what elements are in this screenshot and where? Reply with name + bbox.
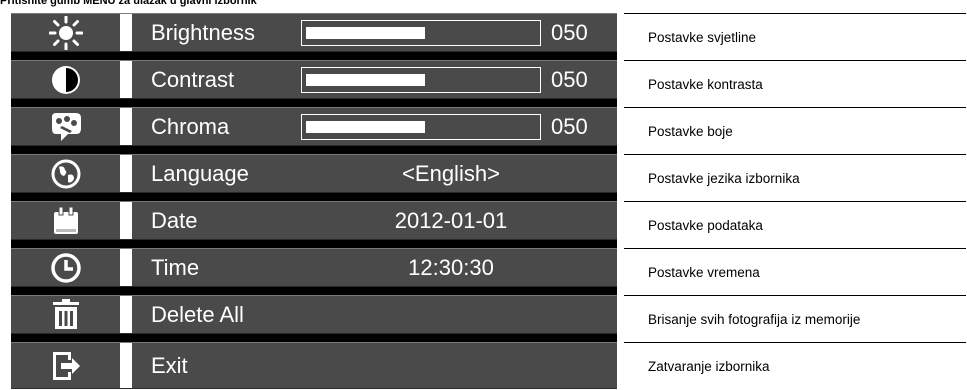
menu-label: Brightness: [151, 19, 255, 45]
menu-row-exit[interactable]: Exit: [11, 342, 617, 389]
contrast-slider[interactable]: [301, 67, 541, 93]
chroma-icon: [11, 108, 120, 145]
description-row: Postavke jezika izbornika: [624, 155, 966, 202]
date-value: 2012-01-01: [394, 207, 508, 233]
menu-row-language[interactable]: Language <English>: [11, 154, 617, 193]
menu-row-chroma[interactable]: Chroma 050: [11, 107, 617, 146]
menu-row-delete-all[interactable]: Delete All: [11, 295, 617, 334]
slider-value: 050: [551, 19, 588, 45]
description-row: Postavke vremena: [624, 249, 966, 296]
row-divider: [120, 108, 132, 145]
menu-label: Chroma: [151, 113, 230, 139]
row-divider: [120, 296, 132, 333]
description-row: Postavke svjetline: [624, 14, 966, 61]
row-divider: [120, 202, 132, 239]
description-table: Postavke svjetline Postavke kontrasta Po…: [624, 13, 966, 389]
menu-row-time[interactable]: Time 12:30:30: [11, 248, 617, 287]
menu-label: Time: [151, 254, 200, 280]
exit-icon: [11, 343, 120, 388]
slider-value: 050: [551, 66, 588, 92]
contrast-icon: [11, 61, 120, 98]
page-heading: Pritisnite gumb MENU za ulazak u glavni …: [0, 0, 257, 7]
menu-label: Delete All: [151, 301, 244, 327]
description-row: Postavke boje: [624, 108, 966, 155]
slider-fill: [306, 27, 425, 39]
description-row: Brisanje svih fotografija iz memorije: [624, 296, 966, 343]
menu-row-brightness[interactable]: Brightness 050: [11, 13, 617, 52]
menu-row-contrast[interactable]: Contrast 050: [11, 60, 617, 99]
description-row: Postavke podataka: [624, 202, 966, 249]
sun-icon: [11, 14, 120, 51]
menu-label: Contrast: [151, 66, 235, 92]
row-divider: [120, 14, 132, 51]
clock-icon: [11, 249, 120, 286]
time-value: 12:30:30: [408, 254, 494, 280]
language-value: <English>: [402, 160, 500, 186]
description-row: Zatvaranje izbornika: [648, 359, 770, 374]
row-divider: [120, 343, 132, 388]
slider-value: 050: [551, 113, 588, 139]
description-row: Postavke kontrasta: [624, 61, 966, 108]
chroma-slider[interactable]: [301, 114, 541, 140]
osd-menu: Brightness 050 Contrast 050 Chroma 050 L…: [11, 13, 617, 389]
menu-row-date[interactable]: Date 2012-01-01: [11, 201, 617, 240]
slider-fill: [306, 121, 425, 133]
menu-label: Language: [151, 160, 249, 186]
row-divider: [120, 155, 132, 192]
calendar-icon: [11, 202, 120, 239]
row-divider: [120, 249, 132, 286]
slider-fill: [306, 74, 425, 86]
menu-label: Date: [151, 207, 198, 233]
trash-icon: [11, 296, 120, 333]
globe-icon: [11, 155, 120, 192]
row-divider: [120, 61, 132, 98]
brightness-slider[interactable]: [301, 20, 541, 46]
menu-label: Exit: [151, 352, 188, 378]
